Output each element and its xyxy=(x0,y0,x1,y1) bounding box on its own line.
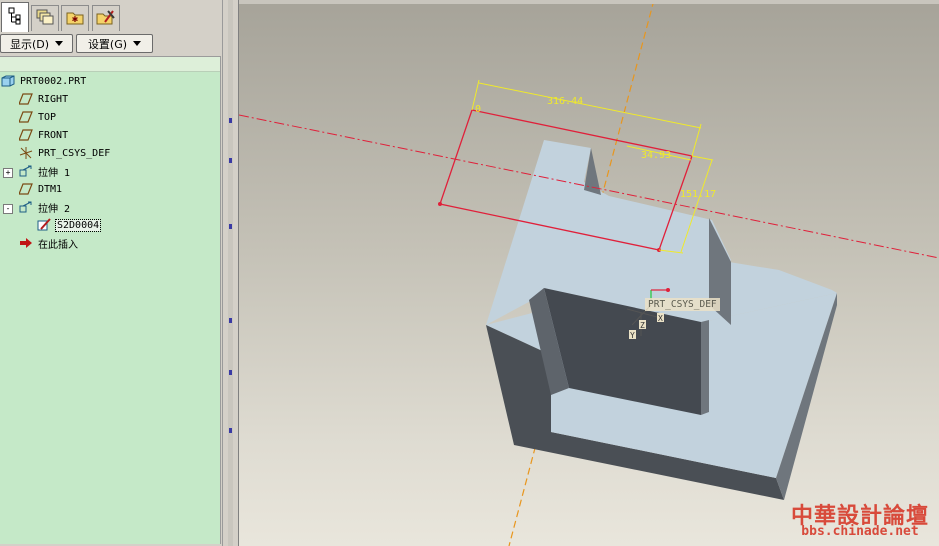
csys-x-label: X xyxy=(658,314,663,323)
folder-icon: ✱ xyxy=(66,8,84,29)
sash-marker xyxy=(229,118,232,123)
sash-marker xyxy=(229,318,232,323)
sash-marker xyxy=(229,224,232,229)
tree-item-label: FRONT xyxy=(38,129,69,141)
tree-item-front-plane[interactable]: FRONT xyxy=(18,127,68,143)
tools-icon xyxy=(96,8,116,29)
tree-item-label: 拉伸 2 xyxy=(38,203,71,215)
datum-plane-icon xyxy=(18,182,34,196)
splitter-track xyxy=(228,0,233,546)
dimension-line-width xyxy=(478,82,702,129)
tree-item-label: PRT_CSYS_DEF xyxy=(38,147,111,159)
folder-tab[interactable]: ✱ xyxy=(61,5,89,31)
tree-item-extrude-1[interactable]: 拉伸 1 xyxy=(18,163,70,179)
model-canvas[interactable]: 316.44 34.93 151.17 0 X Z Y xyxy=(239,0,939,546)
extrude-icon xyxy=(18,164,34,178)
dimension-offset-text[interactable]: 34.93 xyxy=(641,150,671,161)
viewport-top-edge xyxy=(239,0,939,4)
tree-item-insert-here[interactable]: 在此插入 xyxy=(18,235,78,251)
datum-plane-icon xyxy=(18,128,34,142)
tree-item-csys[interactable]: PRT_CSYS_DEF xyxy=(18,145,110,161)
datum-plane-icon xyxy=(18,92,34,106)
tree-collapse-toggle[interactable]: - xyxy=(3,204,13,214)
navigator-toolbar: 显示(D) 设置(G) xyxy=(0,34,222,54)
tree-item-right-plane[interactable]: RIGHT xyxy=(18,91,68,107)
chevron-down-icon xyxy=(133,41,142,46)
coordinate-system-icon xyxy=(18,146,34,160)
tree-item-label: 在此插入 xyxy=(38,239,78,251)
part-pocket-side xyxy=(701,320,709,415)
model-tree-tab[interactable] xyxy=(1,2,29,32)
model-tree-icon xyxy=(7,7,23,28)
extension-line xyxy=(691,123,702,157)
extension-line xyxy=(691,155,714,161)
extrude-icon xyxy=(18,200,34,214)
model-tree: PRT0002.PRT RIGHT TOP FRONT PRT_CSYS_DEF… xyxy=(0,56,221,544)
sash-marker xyxy=(229,158,232,163)
dimension-width-text[interactable]: 316.44 xyxy=(547,96,583,107)
insert-here-arrow-icon xyxy=(18,236,34,250)
tree-item-label: TOP xyxy=(38,111,57,123)
navigator-tab-strip: ✱ xyxy=(0,0,222,32)
show-dropdown[interactable]: 显示(D) xyxy=(0,34,73,53)
spin-center-dot xyxy=(666,288,670,292)
show-dropdown-label: 显示(D) xyxy=(9,37,50,51)
tree-item-top-plane[interactable]: TOP xyxy=(18,109,56,125)
svg-text:✱: ✱ xyxy=(72,15,79,24)
part-icon xyxy=(0,74,16,88)
tree-item-dtm1[interactable]: DTM1 xyxy=(18,181,62,197)
layers-tab[interactable] xyxy=(31,5,59,31)
csys-z-label: Z xyxy=(640,321,645,330)
datum-plane-icon xyxy=(18,110,34,124)
navigator-panel: ✱ 显示(D) 设置(G) PRT0002.PRT RIGHT TOP FRON… xyxy=(0,0,222,546)
dimension-small-text[interactable]: 0 xyxy=(475,104,481,115)
tree-header-strip xyxy=(0,57,220,72)
layers-icon xyxy=(36,8,54,29)
graphics-viewport[interactable]: 316.44 34.93 151.17 0 X Z Y PRT_CSYS_DEF… xyxy=(239,0,939,546)
csys-y-label: Y xyxy=(630,331,635,340)
dimension-height-text[interactable]: 151.17 xyxy=(680,189,716,200)
panel-splitter[interactable] xyxy=(222,0,239,546)
chevron-down-icon xyxy=(55,41,64,46)
sash-marker xyxy=(229,428,232,433)
tree-expand-toggle[interactable]: + xyxy=(3,168,13,178)
tree-item-label: PRT0002.PRT xyxy=(20,75,87,87)
tree-item-label: 拉伸 1 xyxy=(38,167,71,179)
watermark: 中華設計論壇 bbs.chinade.net xyxy=(785,498,935,544)
csys-name-tag: PRT_CSYS_DEF xyxy=(645,298,720,311)
tree-item-label: DTM1 xyxy=(38,183,63,195)
sash-marker xyxy=(229,370,232,375)
settings-dropdown-label: 设置(G) xyxy=(87,37,128,51)
favorites-tab[interactable] xyxy=(92,5,120,31)
tree-item-label: S2D0004 xyxy=(54,218,102,232)
tree-item-label: RIGHT xyxy=(38,93,69,105)
sketch-vertex xyxy=(438,202,442,206)
settings-dropdown[interactable]: 设置(G) xyxy=(76,34,153,53)
sketch-icon xyxy=(36,218,52,232)
tree-item-part[interactable]: PRT0002.PRT xyxy=(0,73,86,89)
tree-item-sketch[interactable]: S2D0004 xyxy=(36,217,102,233)
tree-item-extrude-2[interactable]: 拉伸 2 xyxy=(18,199,70,215)
watermark-url: bbs.chinade.net xyxy=(801,524,919,539)
